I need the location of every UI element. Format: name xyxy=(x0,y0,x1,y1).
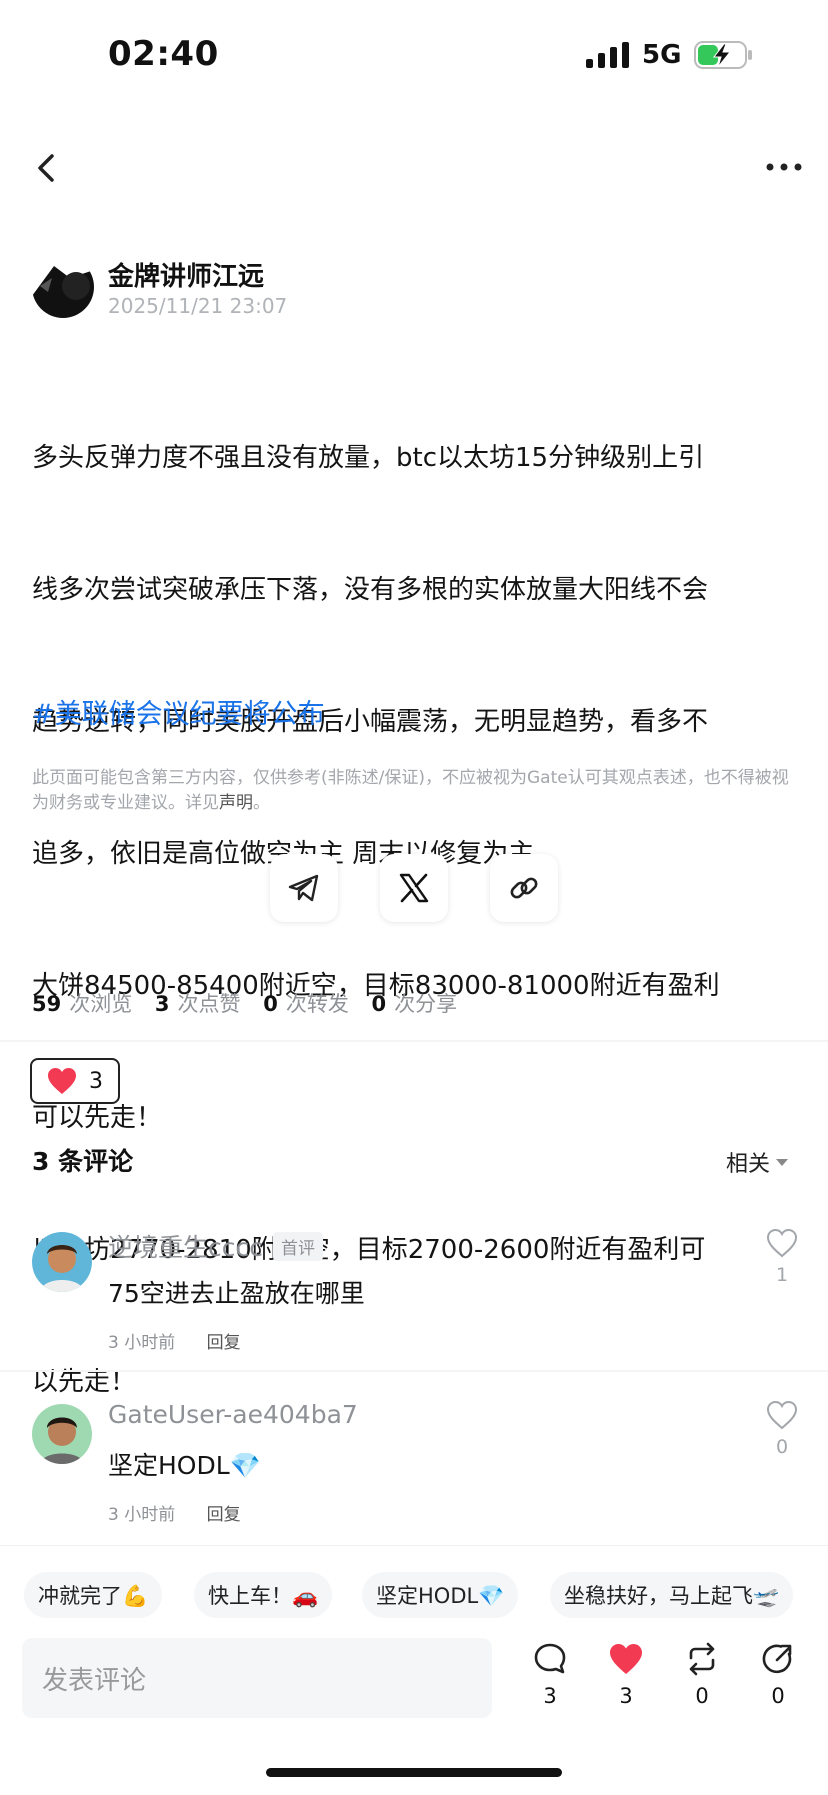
first-comment-badge: 首评 xyxy=(272,1231,323,1261)
share-action-count: 0 xyxy=(771,1684,785,1708)
views-count: 59 xyxy=(32,992,62,1016)
status-bar: 02:40 5G xyxy=(0,0,828,110)
share-x-button[interactable] xyxy=(380,854,448,922)
share-icon xyxy=(762,1644,792,1674)
quick-reply-chip[interactable]: 快上车！🚗 xyxy=(194,1572,333,1618)
share-row xyxy=(270,854,560,924)
reaction-like-button[interactable]: 3 xyxy=(30,1058,120,1104)
comment-input[interactable]: 发表评论 xyxy=(22,1638,492,1718)
repost-action-button[interactable]: 0 xyxy=(672,1642,732,1708)
link-icon xyxy=(510,877,538,899)
likes-label: 次点赞 xyxy=(177,992,241,1016)
quick-reply-chip[interactable]: 坚定HODL💎 xyxy=(362,1572,519,1618)
back-arrow-icon[interactable] xyxy=(30,148,64,188)
post-stats: 59 次浏览 3 次点赞 0 次转发 0 次分享 xyxy=(32,988,457,1018)
commenter-name[interactable]: 逆境重生cccc xyxy=(108,1228,263,1264)
telegram-icon xyxy=(288,874,319,902)
post-timestamp: 2025/11/21 23:07 xyxy=(108,294,288,318)
comment-like-button[interactable]: 1 xyxy=(762,1228,802,1286)
comments-title: 3 条评论 xyxy=(32,1147,134,1176)
heart-outline-icon xyxy=(766,1228,798,1258)
quick-reply-chip[interactable]: 冲就完了💪 xyxy=(24,1572,163,1618)
reply-button[interactable]: 回复 xyxy=(207,1333,241,1353)
repost-action-count: 0 xyxy=(695,1684,709,1708)
comment-item: 逆境重生cccc 首评 75空进去止盈放在哪里 3 小时前 回复 1 xyxy=(32,1228,802,1378)
commenter-avatar[interactable] xyxy=(32,1404,92,1464)
comment-item: GateUser-ae404ba7 坚定HODL💎 3 小时前 回复 0 xyxy=(32,1400,802,1550)
author-name[interactable]: 金牌讲师江远 xyxy=(108,256,264,293)
like-action-button[interactable]: 3 xyxy=(596,1642,656,1708)
divider xyxy=(0,1040,828,1042)
share-telegram-button[interactable] xyxy=(270,854,338,922)
quick-reply-chip[interactable]: 坐稳扶好，马上起飞🛫 xyxy=(550,1572,794,1618)
battery-icon xyxy=(694,41,752,69)
comment-like-count: 1 xyxy=(775,1264,789,1286)
heart-filled-icon xyxy=(610,1644,642,1674)
status-time: 02:40 xyxy=(108,34,219,74)
heart-icon xyxy=(48,1068,76,1094)
disclaimer: 此页面可能包含第三方内容，仅供参考(非陈述/保证)，不应被视为Gate认可其观点… xyxy=(32,766,792,816)
sort-label: 相关 xyxy=(726,1152,771,1177)
caret-down-icon xyxy=(776,1158,789,1166)
comment-time: 3 小时前 xyxy=(108,1333,176,1353)
views-label: 次浏览 xyxy=(69,992,133,1016)
like-action-count: 3 xyxy=(619,1684,633,1708)
commenter-avatar[interactable] xyxy=(32,1232,92,1292)
x-icon xyxy=(399,873,429,903)
more-options-icon[interactable] xyxy=(764,152,804,182)
share-action-button[interactable]: 0 xyxy=(748,1642,808,1708)
author-avatar[interactable] xyxy=(32,256,94,318)
reposts-label: 次转发 xyxy=(285,992,349,1016)
reposts-count: 0 xyxy=(263,992,278,1016)
comment-text: 75空进去止盈放在哪里 xyxy=(108,1279,365,1308)
comment-action-count: 3 xyxy=(543,1684,557,1708)
disclaimer-link[interactable]: 声明 xyxy=(219,793,253,813)
home-indicator[interactable] xyxy=(266,1768,562,1777)
post-line: 线多次尝试突破承压下落，没有多根的实体放量大阳线不会 xyxy=(32,575,709,605)
comment-like-button[interactable]: 0 xyxy=(762,1400,802,1458)
comment-like-count: 0 xyxy=(775,1436,789,1458)
commenter-name[interactable]: GateUser-ae404ba7 xyxy=(108,1400,358,1429)
top-nav xyxy=(0,140,828,200)
copy-link-button[interactable] xyxy=(490,854,558,922)
network-label: 5G xyxy=(642,40,682,70)
hashtag-link[interactable]: #美联储会议纪要将公布 xyxy=(32,692,325,731)
heart-outline-icon xyxy=(766,1400,798,1430)
shares-label: 次分享 xyxy=(394,992,458,1016)
post-line: 可以先走！ xyxy=(32,1103,163,1133)
comments-sort-dropdown[interactable]: 相关 xyxy=(726,1146,789,1178)
disclaimer-end: 。 xyxy=(253,793,270,813)
comment-text: 坚定HODL💎 xyxy=(108,1451,261,1480)
bottom-action-bar: 发表评论 3 3 0 0 xyxy=(0,1630,828,1760)
comment-time: 3 小时前 xyxy=(108,1505,176,1525)
reply-button[interactable]: 回复 xyxy=(207,1505,241,1525)
disclaimer-text: 此页面可能包含第三方内容，仅供参考(非陈述/保证)，不应被视为Gate认可其观点… xyxy=(32,768,789,813)
comment-bubble-icon xyxy=(534,1643,566,1674)
likes-count: 3 xyxy=(154,992,170,1016)
divider xyxy=(0,1370,828,1372)
shares-count: 0 xyxy=(371,992,387,1016)
repost-icon xyxy=(689,1642,715,1676)
comment-action-button[interactable]: 3 xyxy=(520,1642,580,1708)
post-author: 金牌讲师江远 2025/11/21 23:07 xyxy=(32,256,792,320)
reaction-like-count: 3 xyxy=(89,1068,103,1094)
post-line: 多头反弹力度不强且没有放量，btc以太坊15分钟级别上引 xyxy=(32,443,705,473)
signal-icon xyxy=(586,42,629,68)
